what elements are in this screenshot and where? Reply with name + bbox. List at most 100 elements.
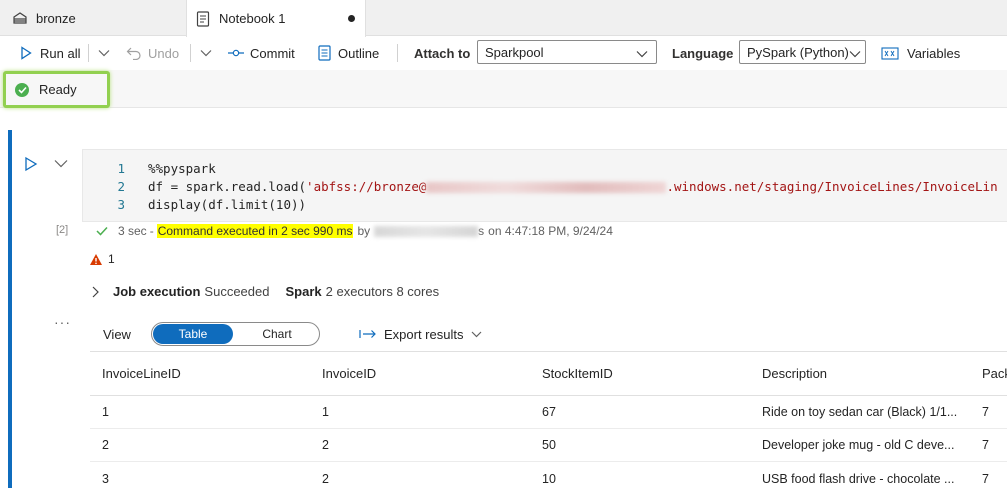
status-bar: Ready (0, 70, 1007, 108)
play-icon (24, 156, 38, 175)
success-check-icon (15, 82, 29, 97)
code-line: 2 df = spark.read.load('abfss://bronze@.… (83, 179, 1007, 197)
view-table-option[interactable]: Table (153, 324, 233, 344)
undo-dropdown[interactable] (198, 36, 220, 70)
table-row: 2 2 50 Developer joke mug - old C deve..… (90, 429, 1007, 462)
language-select[interactable]: PySpark (Python) (739, 40, 866, 64)
table-cell: Ride on toy sedan car (Black) 1/1... (762, 405, 958, 419)
view-chart-option[interactable]: Chart (236, 324, 318, 344)
tab-bar: bronze Notebook 1 (0, 0, 1007, 37)
column-header[interactable]: Pack (982, 352, 1007, 395)
line-number: 1 (117, 161, 125, 176)
attach-to-select[interactable]: Sparkpool (477, 40, 657, 64)
view-label: View (103, 326, 131, 342)
export-icon (359, 329, 377, 339)
exec-duration: 3 sec (118, 224, 147, 238)
outline-label: Outline (338, 45, 380, 61)
code-editor[interactable]: 1 %%pyspark 2 df = spark.read.load('abfs… (82, 149, 1007, 222)
tab-bronze[interactable]: bronze (0, 0, 186, 36)
table-cell: 7 (982, 471, 989, 486)
job-status: Succeeded (204, 284, 270, 299)
chevron-down-icon (849, 46, 861, 61)
language-value: PySpark (Python) (747, 44, 849, 60)
toolbar: Run all Undo Commit Outline Attach to Sp… (0, 36, 1007, 70)
outline-button[interactable]: Outline (316, 36, 379, 70)
table-cell: 3 (102, 471, 109, 486)
export-label: Export results (384, 326, 464, 342)
commit-icon (228, 45, 244, 61)
export-results-button[interactable]: Export results (359, 321, 482, 347)
attach-to-label: Attach to (414, 45, 471, 61)
toolbar-divider (190, 44, 191, 62)
code-prefix: df = spark.read.load( (148, 179, 307, 194)
column-header[interactable]: Description (762, 352, 967, 395)
warning-indicator[interactable]: 1 (89, 252, 115, 266)
table-cell: 2 (322, 438, 329, 452)
session-status-text: Ready (39, 82, 77, 97)
view-toggle[interactable]: Table Chart (151, 322, 320, 346)
commit-label: Commit (250, 45, 295, 61)
table-cell: USB food flash drive - chocolate ... (762, 471, 955, 486)
table-cell: 2 (102, 438, 109, 452)
play-icon (18, 45, 34, 61)
collapse-cell-button[interactable] (54, 156, 70, 172)
table-cell: 7 (982, 405, 989, 419)
exec-user-tail: s (478, 224, 485, 238)
commit-button[interactable]: Commit (228, 36, 295, 70)
code-text: %%pyspark (148, 161, 216, 176)
variables-button[interactable]: Variables (881, 36, 960, 70)
code-text: display(df.limit(10)) (148, 197, 307, 212)
chevron-down-icon (198, 45, 214, 61)
session-status-badge[interactable]: Ready (3, 71, 110, 108)
column-header[interactable]: InvoiceLineID (102, 352, 312, 395)
outline-icon (316, 45, 332, 61)
code-text: df = spark.read.load('abfss://bronze@ .wi… (148, 179, 998, 194)
warning-count: 1 (108, 252, 115, 266)
column-header[interactable]: InvoiceID (322, 352, 532, 395)
table-row: 1 1 67 Ride on toy sedan car (Black) 1/1… (90, 396, 1007, 429)
spark-label: Spark (285, 284, 322, 299)
undo-label: Undo (148, 45, 180, 61)
undo-icon (126, 45, 142, 61)
exec-message: Command executed in 2 sec 990 ms (156, 224, 354, 238)
tab-bronze-label: bronze (36, 10, 76, 26)
code-string-end: .windows.net/staging/InvoiceLines/Invoic… (666, 179, 998, 194)
variables-icon (881, 45, 899, 61)
tab-notebook[interactable]: Notebook 1 (186, 0, 366, 37)
undo-button[interactable]: Undo (126, 36, 179, 70)
job-label: Job execution (113, 284, 201, 299)
exec-by: by (357, 224, 371, 238)
more-options-icon[interactable]: ··· (54, 314, 71, 330)
table-cell: 1 (322, 405, 329, 419)
table-cell: Developer joke mug - old C deve... (762, 438, 955, 452)
chevron-down-icon (636, 46, 648, 61)
toolbar-divider (397, 44, 398, 62)
execution-status: 3 sec - Command executed in 2 sec 990 ms… (96, 224, 613, 238)
code-string-start: 'abfss://bronze@ (306, 179, 427, 194)
spark-info: 2 executors 8 cores (325, 284, 440, 299)
run-cell-button[interactable] (24, 156, 40, 172)
code-line: 1 %%pyspark (83, 161, 1007, 179)
chevron-down-icon (96, 45, 112, 61)
table-cell: 7 (982, 438, 989, 452)
table-cell: 1 (102, 405, 109, 419)
table-header: InvoiceLineID InvoiceID StockItemID Desc… (90, 351, 1007, 396)
table-cell: 2 (322, 471, 329, 486)
run-all-dropdown[interactable] (96, 36, 118, 70)
chevron-down-icon (54, 156, 68, 171)
table-cell: 67 (542, 405, 556, 419)
exec-timestamp: on 4:47:18 PM, 9/24/24 (488, 224, 613, 238)
chevron-right-icon (92, 286, 99, 298)
exec-dash: - (149, 224, 154, 238)
line-number: 2 (117, 179, 125, 194)
code-line: 3 display(df.limit(10)) (83, 197, 1007, 215)
table-cell: 10 (542, 471, 556, 486)
job-execution-row[interactable]: Job execution Succeeded Spark 2 executor… (92, 284, 439, 299)
table-row: 3 2 10 USB food flash drive - chocolate … (90, 462, 1007, 488)
table-cell: 50 (542, 438, 556, 452)
column-header[interactable]: StockItemID (542, 352, 752, 395)
run-all-button[interactable]: Run all (18, 36, 80, 70)
active-cell-indicator (8, 130, 12, 488)
tab-notebook-label: Notebook 1 (219, 11, 286, 26)
run-all-label: Run all (40, 45, 81, 61)
